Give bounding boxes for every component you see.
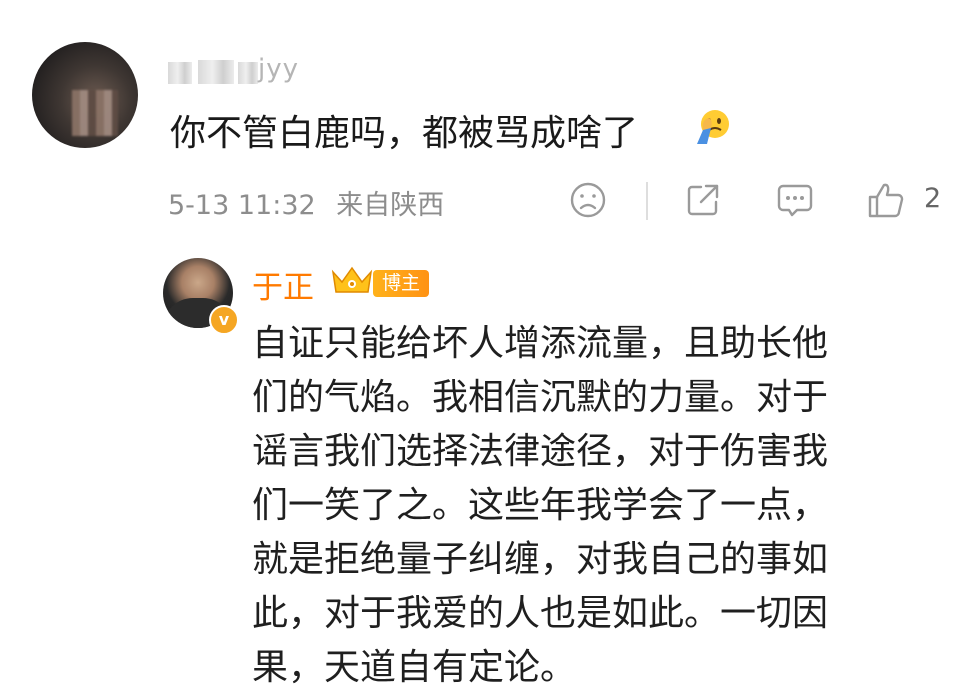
reply-line: 此，对于我爱的人也是如此。一切因 bbox=[252, 593, 829, 634]
username-redacted bbox=[168, 60, 328, 86]
crown-icon bbox=[331, 266, 373, 293]
comment-meta: 5-13 11:32 来自陕西 bbox=[168, 183, 444, 222]
comment-time: 5-13 11:32 bbox=[168, 190, 316, 221]
reply-line: 果，天道自有定论。 bbox=[252, 647, 577, 688]
thumbs-up-icon[interactable] bbox=[866, 180, 906, 220]
sad-face-icon[interactable] bbox=[569, 181, 607, 219]
comment-icon[interactable] bbox=[775, 181, 815, 221]
reply-line: 们的气焰。我相信沉默的力量。对于 bbox=[252, 377, 829, 418]
verified-badge-icon: v bbox=[209, 305, 239, 335]
action-divider bbox=[646, 182, 648, 220]
reply-line: 们一笑了之。这些年我学会了一点， bbox=[252, 485, 829, 526]
reply-author-name[interactable]: 于正 bbox=[252, 262, 314, 307]
reply-line: 谣言我们选择法律途径，对于伤害我 bbox=[252, 431, 829, 472]
comment-text: 你不管白鹿吗，都被骂成啥了 bbox=[170, 113, 639, 154]
reply-text: 自证只能给坏人增添流量，且助长他 们的气焰。我相信沉默的力量。对于 谣言我们选择… bbox=[252, 317, 932, 695]
reply-line: 自证只能给坏人增添流量，且助长他 bbox=[252, 323, 829, 364]
share-icon[interactable] bbox=[684, 181, 722, 219]
blogger-tag: 博主 bbox=[373, 270, 430, 297]
avatar-mosaic bbox=[72, 90, 118, 136]
like-count: 2 bbox=[924, 183, 942, 214]
comment-location: 来自陕西 bbox=[336, 190, 445, 221]
facepalm-emoji bbox=[697, 110, 729, 144]
commenter-username[interactable]: jyy bbox=[258, 54, 299, 84]
reply-line: 就是拒绝量子纠缠，对我自己的事如 bbox=[252, 539, 829, 580]
commenter-avatar[interactable] bbox=[32, 42, 138, 148]
